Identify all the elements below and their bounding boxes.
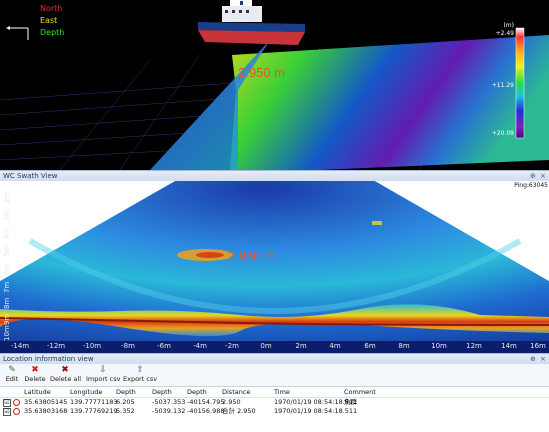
x-tick: -2m bbox=[225, 342, 239, 350]
marker-circle-icon bbox=[13, 408, 20, 415]
ship-model bbox=[198, 0, 305, 45]
x-tick: -6m bbox=[157, 342, 171, 350]
depth-cell: 6.205 bbox=[116, 398, 135, 406]
y-tick: 2m bbox=[3, 191, 11, 203]
swath-view[interactable]: 2m 3m 4m 5m 6m 7m 8m 9m 10m Ping:63045 2… bbox=[0, 181, 549, 353]
table-header: Latitude Longitude Depth Depth Depth Dis… bbox=[0, 387, 549, 398]
pencil-icon: ✎ bbox=[8, 365, 16, 375]
row-checkbox[interactable]: ☑ bbox=[3, 399, 11, 407]
import-csv-button[interactable]: ⇩ Import csv bbox=[86, 365, 120, 386]
y-tick: 9m bbox=[3, 313, 11, 325]
y-tick: 5m bbox=[3, 245, 11, 257]
y-tick: 7m bbox=[3, 281, 11, 293]
view-3d-panel[interactable]: North East Depth 2.950 m (m) +2.49 +11.2… bbox=[0, 0, 549, 170]
axis-legend: North East Depth bbox=[40, 3, 64, 39]
y-tick: 8m bbox=[3, 297, 11, 309]
colorbar-labels: (m) +2.49 +11.29 +20.09 bbox=[480, 22, 516, 142]
depth-cell: 5.352 bbox=[116, 407, 135, 415]
x-tick: -8m bbox=[121, 342, 135, 350]
depth-cell: -40156.988 bbox=[187, 407, 225, 415]
column-header[interactable]: Distance bbox=[222, 387, 250, 397]
row-checkbox[interactable]: ☑ bbox=[3, 408, 11, 416]
view-3d-canvas[interactable] bbox=[0, 0, 549, 170]
depth-colorbar bbox=[515, 27, 525, 139]
column-header[interactable]: Depth bbox=[152, 387, 172, 397]
x-tick: 4m bbox=[329, 342, 341, 350]
table-row[interactable]: ☑ 35.63805145 139.77771183 6.205 -5037.3… bbox=[0, 398, 549, 407]
export-icon: ⇧ bbox=[136, 365, 144, 375]
export-csv-label: Export csv bbox=[123, 375, 158, 383]
import-icon: ⇩ bbox=[99, 365, 107, 375]
edit-label: Edit bbox=[5, 375, 19, 383]
export-csv-button[interactable]: ⇧ Export csv bbox=[123, 365, 157, 386]
x-tick: 16m bbox=[530, 342, 546, 350]
east-label: East bbox=[40, 16, 58, 25]
column-header[interactable]: Depth bbox=[187, 387, 207, 397]
longitude-cell: 139.77771183 bbox=[70, 398, 118, 406]
swath-x-axis: -14m -12m -10m -8m -6m -4m -2m 0m 2m 4m … bbox=[0, 341, 549, 353]
marker-circle-icon bbox=[13, 399, 20, 406]
delete-all-button[interactable]: ✖ Delete all bbox=[50, 365, 82, 386]
x-tick: -10m bbox=[82, 342, 102, 350]
y-tick: 4m bbox=[3, 227, 11, 239]
colorbar-middle: +11.29 bbox=[491, 82, 514, 89]
distance-cell: 2.950 bbox=[222, 398, 241, 406]
x-tick: 14m bbox=[501, 342, 517, 350]
colorbar-bottom: +20.09 bbox=[491, 130, 514, 137]
y-tick: 10m bbox=[3, 325, 11, 341]
swath-y-axis: 2m 3m 4m 5m 6m 7m 8m 9m 10m bbox=[0, 181, 22, 353]
column-header[interactable]: Longitude bbox=[70, 387, 102, 397]
depth-readout-swath: 2.950 m bbox=[228, 248, 275, 263]
ping-label: Ping:63045 bbox=[514, 182, 548, 189]
depth-readout-3d: 2.950 m bbox=[238, 65, 285, 80]
edit-button[interactable]: ✎ Edit bbox=[3, 365, 21, 386]
delete-icon: ✖ bbox=[31, 365, 39, 375]
column-header[interactable]: Latitude bbox=[24, 387, 51, 397]
column-header[interactable]: Comment bbox=[344, 387, 376, 397]
column-header[interactable]: Depth bbox=[116, 387, 136, 397]
x-tick: 0m bbox=[260, 342, 272, 350]
y-tick: 6m bbox=[3, 263, 11, 275]
location-toolbar: ✎ Edit ✖ Delete ✖ Delete all ⇩ Import cs… bbox=[0, 364, 549, 387]
depth-cell: -5039.132 bbox=[152, 407, 186, 415]
table-row[interactable]: ☑ 35.63803168 139.77769219 5.352 -5039.1… bbox=[0, 407, 549, 416]
x-tick: -4m bbox=[193, 342, 207, 350]
y-tick: 3m bbox=[3, 209, 11, 221]
longitude-cell: 139.77769219 bbox=[70, 407, 118, 415]
column-header[interactable]: Time bbox=[274, 387, 290, 397]
delete-button[interactable]: ✖ Delete bbox=[23, 365, 47, 386]
axis-gizmo bbox=[6, 26, 29, 40]
x-tick: 10m bbox=[431, 342, 447, 350]
x-tick: -14m bbox=[10, 342, 30, 350]
distance-cell: 合計 2.950 bbox=[222, 407, 256, 415]
x-tick: 2m bbox=[295, 342, 307, 350]
location-table: Latitude Longitude Depth Depth Depth Dis… bbox=[0, 387, 549, 432]
north-label: North bbox=[40, 4, 63, 13]
depth-cell: -40154.795 bbox=[187, 398, 225, 406]
x-tick: 8m bbox=[398, 342, 410, 350]
x-tick: 6m bbox=[364, 342, 376, 350]
colorbar-unit: (m) bbox=[503, 22, 514, 29]
depth-label: Depth bbox=[40, 28, 65, 37]
latitude-cell: 35.63805145 bbox=[24, 398, 68, 406]
time-cell: 1970/01/19 08:54:18.511 bbox=[274, 407, 358, 415]
delete-all-label: Delete all bbox=[50, 375, 82, 383]
delete-label: Delete bbox=[24, 375, 46, 383]
import-csv-label: Import csv bbox=[86, 375, 121, 383]
x-tick: -12m bbox=[46, 342, 66, 350]
swath-canvas[interactable] bbox=[0, 181, 549, 353]
delete-all-icon: ✖ bbox=[61, 365, 69, 375]
colorbar-top: +2.49 bbox=[495, 30, 514, 37]
latitude-cell: 35.63803168 bbox=[24, 407, 68, 415]
comment-cell: 魚群 bbox=[344, 398, 357, 406]
x-tick: 12m bbox=[466, 342, 482, 350]
depth-cell: -5037.353 bbox=[152, 398, 186, 406]
